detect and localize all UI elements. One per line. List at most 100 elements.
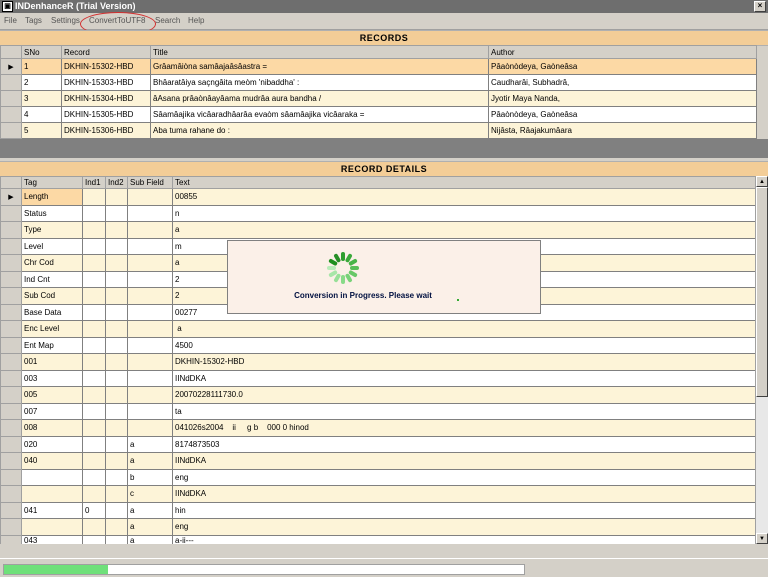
row-selector[interactable] <box>0 452 22 470</box>
row-selector[interactable] <box>0 353 22 371</box>
record-title[interactable]: âAsana prâaònâayâama mudrâa aura bandha … <box>150 90 489 107</box>
record-title[interactable]: Grâamâiòna samâajaâsâastra = <box>150 58 489 75</box>
row-selector[interactable] <box>0 369 22 387</box>
detail-subfield[interactable] <box>127 353 173 371</box>
record-row[interactable]: 3 DKHIN-15304-HBD âAsana prâaònâayâama m… <box>0 90 757 107</box>
detail-ind1[interactable] <box>82 254 106 272</box>
detail-text[interactable]: ta <box>172 402 757 420</box>
detail-row[interactable]: 007 ta <box>0 402 757 420</box>
record-title[interactable]: Bhâaratâiya saçngâita meòm 'nibaddha' : <box>150 74 489 91</box>
row-selector[interactable] <box>0 402 22 420</box>
detail-ind2[interactable] <box>105 336 128 354</box>
detail-ind2[interactable] <box>105 485 128 503</box>
scroll-thumb[interactable] <box>756 187 768 397</box>
detail-ind2[interactable] <box>105 270 128 288</box>
detail-tag[interactable]: Chr Cod <box>21 254 83 272</box>
detail-text[interactable]: eng <box>172 468 757 486</box>
row-selector[interactable] <box>0 287 22 305</box>
detail-row[interactable]: Status n <box>0 204 757 222</box>
record-title[interactable]: Sâamâajika vicâaradhâarâa evaòm sâamâaji… <box>150 106 489 123</box>
row-selector[interactable] <box>0 254 22 272</box>
detail-ind1[interactable] <box>82 386 106 404</box>
detail-text[interactable]: n <box>172 204 757 222</box>
detail-tag[interactable]: Enc Level <box>21 320 83 338</box>
detail-text[interactable]: eng <box>172 518 757 536</box>
detail-ind1[interactable]: 0 <box>82 501 106 519</box>
detail-text[interactable]: 8174873503 <box>172 435 757 453</box>
detail-text[interactable]: a <box>172 320 757 338</box>
detail-tag[interactable]: 020 <box>21 435 83 453</box>
detail-row[interactable]: b eng <box>0 468 757 486</box>
row-selector[interactable] <box>0 419 22 437</box>
detail-text[interactable]: hin <box>172 501 757 519</box>
detail-subfield[interactable]: c <box>127 485 173 503</box>
record-sno[interactable]: 4 <box>21 106 62 123</box>
detail-tag[interactable]: Ent Map <box>21 336 83 354</box>
menu-tags[interactable]: Tags <box>25 15 42 27</box>
record-author[interactable]: Pâaònòdeya, Gaòneâsa <box>488 106 757 123</box>
detail-row[interactable]: 001 DKHIN-15302-HBD <box>0 353 757 371</box>
row-selector[interactable] <box>0 320 22 338</box>
row-selector[interactable] <box>0 485 22 503</box>
record-row[interactable]: 4 DKHIN-15305-HBD Sâamâajika vicâaradhâa… <box>0 106 757 123</box>
detail-subfield[interactable]: a <box>127 452 173 470</box>
row-selector[interactable] <box>0 303 22 321</box>
detail-subfield[interactable] <box>127 237 173 255</box>
detail-ind1[interactable] <box>82 336 106 354</box>
detail-ind2[interactable] <box>105 221 128 239</box>
row-selector[interactable] <box>0 237 22 255</box>
record-author[interactable]: Pâaònòdeya, Gaòneâsa <box>488 58 757 75</box>
detail-ind2[interactable] <box>105 188 128 206</box>
record-author[interactable]: Caudharâi, Subhadrâ, <box>488 74 757 91</box>
detail-tag[interactable]: Base Data <box>21 303 83 321</box>
close-button[interactable]: × <box>754 1 766 12</box>
detail-subfield[interactable] <box>127 287 173 305</box>
record-sno[interactable]: 1 <box>21 58 62 75</box>
detail-row[interactable]: 041 0 a hin <box>0 501 757 519</box>
detail-row[interactable]: 020 a 8174873503 <box>0 435 757 453</box>
detail-ind1[interactable] <box>82 518 106 536</box>
row-selector[interactable] <box>0 518 22 536</box>
detail-subfield[interactable]: a <box>127 518 173 536</box>
detail-ind1[interactable] <box>82 419 106 437</box>
detail-text[interactable]: IINdDKA <box>172 369 757 387</box>
record-author[interactable]: Nijâsta, Râajakumâara <box>488 122 757 139</box>
detail-row[interactable]: ▶ Length 00855 <box>0 188 757 206</box>
detail-row[interactable]: 005 20070228111730.0 <box>0 386 757 404</box>
detail-subfield[interactable] <box>127 369 173 387</box>
detail-ind1[interactable] <box>82 452 106 470</box>
row-selector[interactable] <box>0 122 22 139</box>
detail-subfield[interactable] <box>127 320 173 338</box>
detail-tag[interactable]: 005 <box>21 386 83 404</box>
scroll-up-icon[interactable]: ▲ <box>756 176 768 187</box>
detail-ind1[interactable] <box>82 320 106 338</box>
detail-ind2[interactable] <box>105 320 128 338</box>
detail-ind2[interactable] <box>105 386 128 404</box>
detail-tag[interactable]: 040 <box>21 452 83 470</box>
detail-row[interactable]: a eng <box>0 518 757 536</box>
detail-ind1[interactable] <box>82 270 106 288</box>
record-id[interactable]: DKHIN-15303-HBD <box>61 74 151 91</box>
detail-subfield[interactable] <box>127 270 173 288</box>
row-selector[interactable] <box>0 468 22 486</box>
row-selector[interactable] <box>0 435 22 453</box>
menu-file[interactable]: File <box>4 15 17 27</box>
col-sno[interactable]: SNo <box>21 45 62 59</box>
detail-subfield[interactable] <box>127 188 173 206</box>
detail-ind2[interactable] <box>105 204 128 222</box>
record-row[interactable]: ▶ 1 DKHIN-15302-HBD Grâamâiòna samâajaâs… <box>0 58 757 75</box>
detail-ind2[interactable] <box>105 501 128 519</box>
col-ind1[interactable]: Ind1 <box>82 176 106 189</box>
detail-text[interactable]: 20070228111730.0 <box>172 386 757 404</box>
detail-ind2[interactable] <box>105 353 128 371</box>
record-id[interactable]: DKHIN-15306-HBD <box>61 122 151 139</box>
detail-row[interactable]: 003 IINdDKA <box>0 369 757 387</box>
detail-ind1[interactable] <box>82 435 106 453</box>
row-selector[interactable] <box>0 221 22 239</box>
detail-text[interactable]: DKHIN-15302-HBD <box>172 353 757 371</box>
col-text[interactable]: Text <box>172 176 757 189</box>
detail-subfield[interactable] <box>127 254 173 272</box>
record-author[interactable]: Jyotir Maya Nanda, <box>488 90 757 107</box>
detail-subfield[interactable] <box>127 419 173 437</box>
detail-subfield[interactable] <box>127 204 173 222</box>
